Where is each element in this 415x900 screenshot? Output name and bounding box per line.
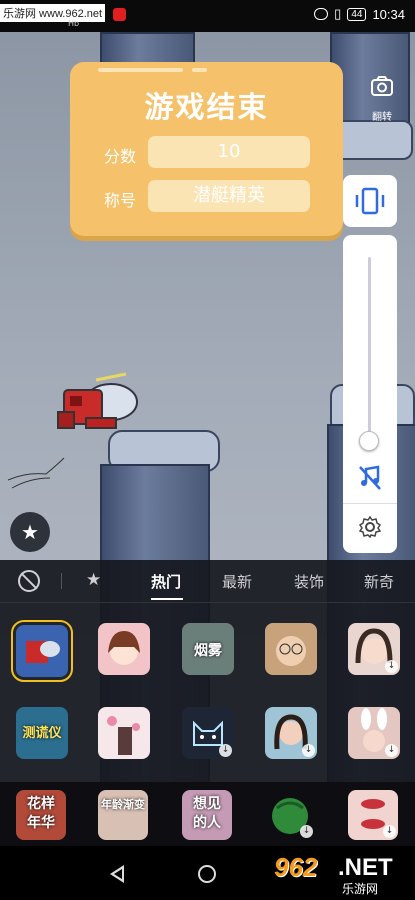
effect-tabs: ★ 热门 最新 装饰 新奇 (0, 560, 415, 602)
brand-number: 962 (274, 852, 318, 882)
download-icon: ↓ (385, 660, 398, 673)
game-over-title: 游戏结束 (144, 90, 269, 124)
brand-watermark: 962 .NET 乐游网 (274, 852, 410, 896)
volume-slider-track[interactable] (368, 257, 371, 447)
side-control-panel (343, 235, 397, 553)
clock: 10:34 (372, 6, 405, 22)
download-icon: ↓ (383, 825, 396, 838)
effect-girl-portrait[interactable]: ↓ (348, 623, 400, 675)
card-decoration (98, 68, 183, 72)
download-icon: ↓ (300, 825, 313, 838)
score-value: 10 (148, 136, 310, 168)
volume-slider-knob[interactable] (359, 431, 379, 451)
game-over-card: 游戏结束 分数 10 称号 潜艇精英 (70, 62, 343, 236)
tab-decoration[interactable]: 装饰 (294, 571, 324, 592)
no-effect-icon[interactable] (18, 570, 40, 592)
battery-level: 44 (347, 7, 367, 21)
tab-latest[interactable]: 最新 (222, 571, 252, 592)
effect-age-change[interactable]: 年龄渐变 (98, 790, 148, 840)
effect-age-change-label: 年龄渐变 (101, 798, 145, 811)
effects-tray: ★ 热门 最新 装饰 新奇 烟雾 ↓ 测谎仪 ↓ ↓ ↓ (0, 560, 415, 782)
download-icon: ↓ (219, 744, 232, 757)
rank-label: 称号 (104, 191, 137, 210)
effect-flower-year[interactable]: 花样年华 (16, 790, 66, 840)
effect-watermelon[interactable]: ↓ (265, 790, 315, 840)
download-icon: ↓ (385, 744, 398, 757)
effect-miss-someone[interactable]: 想见的人 (182, 790, 232, 840)
brand-suffix: .NET (338, 854, 393, 881)
panel-divider (343, 503, 397, 504)
effect-submarine-game[interactable] (11, 620, 73, 682)
status-mini-text: Hb (68, 19, 80, 28)
active-tab-indicator (151, 598, 183, 600)
vibration-toggle[interactable] (343, 175, 397, 227)
effect-lie-detector[interactable]: 测谎仪 (16, 707, 68, 759)
tab-novelty[interactable]: 新奇 (364, 571, 394, 592)
effect-smoke[interactable]: 烟雾 (182, 623, 234, 675)
app-notification-icon (113, 8, 126, 21)
flip-camera-button[interactable]: 翻转 (360, 72, 404, 128)
effect-neon-cat[interactable]: ↓ (182, 707, 234, 759)
effect-woman-portrait[interactable]: ↓ (265, 707, 317, 759)
cartoon-girl-icon (108, 631, 140, 665)
status-bar: 乐游网 www.962.net Hb ▯ 44 10:34 (0, 0, 415, 32)
effect-blossom-girl[interactable] (98, 707, 150, 759)
settings-icon[interactable] (358, 515, 382, 539)
bubble-trail (7, 457, 65, 489)
brand-cn-name: 乐游网 (342, 882, 379, 896)
effect-flower-year-label: 花样年华 (27, 796, 55, 831)
tabs-divider (0, 602, 415, 603)
effect-cartoon-girl[interactable] (98, 623, 150, 675)
status-right: ▯ 44 10:34 (314, 6, 405, 22)
effect-lips[interactable]: ↓ (348, 790, 398, 840)
alarm-icon (314, 8, 329, 20)
music-off-icon[interactable] (356, 463, 384, 491)
watermark: 乐游网 www.962.net (0, 4, 106, 22)
submarine-game-icon (26, 641, 60, 663)
favorites-tab-star-icon[interactable]: ★ (86, 570, 101, 590)
bottom-effects-row: 花样年华 年龄渐变 想见的人 ↓ ↓ (0, 782, 415, 846)
flip-camera-icon (371, 76, 393, 96)
tab-hot[interactable]: 热门 (151, 571, 181, 592)
effect-lie-detector-label: 测谎仪 (22, 726, 62, 741)
download-icon: ↓ (302, 744, 315, 757)
vibration-icon (355, 187, 385, 215)
card-decoration-dot (192, 68, 207, 72)
effect-miss-someone-label: 想见的人 (193, 796, 221, 831)
effect-glasses-man[interactable] (265, 623, 317, 675)
vibrate-status-icon: ▯ (334, 6, 342, 21)
glasses-man-icon (276, 636, 306, 666)
back-icon-inner (114, 869, 122, 879)
rank-value: 潜艇精英 (148, 180, 310, 212)
submarine-player (57, 372, 138, 429)
star-icon: ★ (21, 520, 39, 544)
home-icon[interactable] (198, 865, 216, 883)
effect-smoke-label: 烟雾 (194, 643, 222, 659)
score-label: 分数 (104, 147, 137, 166)
flip-camera-label: 翻转 (372, 112, 392, 123)
effect-bunny-ears[interactable]: ↓ (348, 707, 400, 759)
tab-separator (61, 573, 62, 589)
favorite-button[interactable]: ★ (10, 512, 50, 552)
blossom-girl-icon (107, 716, 140, 755)
